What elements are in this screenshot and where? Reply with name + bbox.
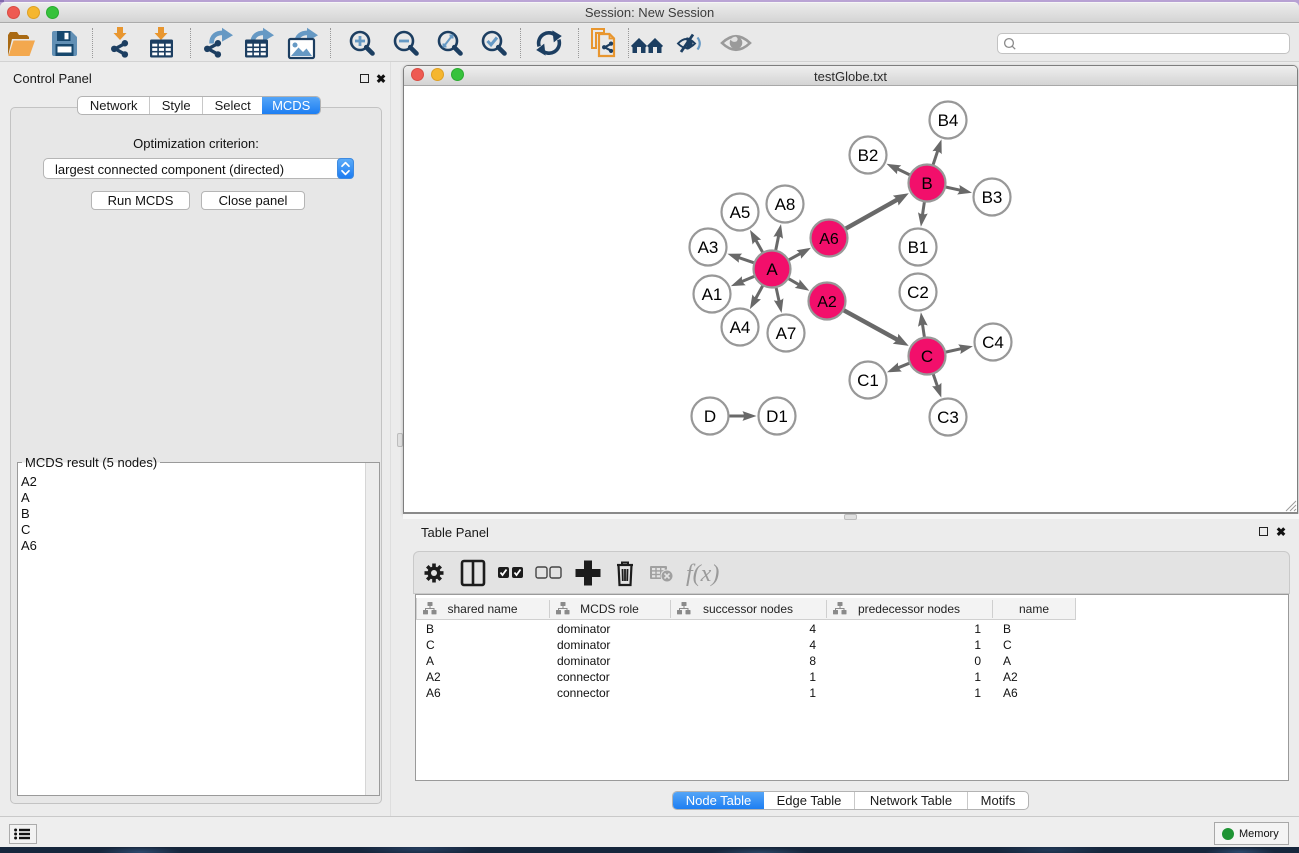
svg-text:C1: C1 [857,371,879,390]
svg-text:B1: B1 [908,238,929,257]
svg-text:A5: A5 [730,203,751,222]
svg-text:C3: C3 [937,408,959,427]
svg-text:A3: A3 [698,238,719,257]
svg-text:C4: C4 [982,333,1004,352]
svg-text:A6: A6 [819,231,839,248]
svg-text:B: B [921,174,932,193]
svg-text:A: A [766,260,778,279]
svg-text:C2: C2 [907,283,929,302]
svg-text:A7: A7 [776,324,797,343]
svg-text:C: C [921,347,933,366]
svg-text:B3: B3 [982,188,1003,207]
svg-text:D1: D1 [766,407,788,426]
svg-text:A4: A4 [730,318,751,337]
svg-text:B4: B4 [938,111,959,130]
svg-text:f(x): f(x) [686,561,719,587]
svg-text:D: D [704,407,716,426]
svg-text:A1: A1 [702,285,723,304]
svg-text:B2: B2 [858,146,879,165]
svg-text:A8: A8 [775,195,796,214]
svg-text:A2: A2 [817,294,837,311]
